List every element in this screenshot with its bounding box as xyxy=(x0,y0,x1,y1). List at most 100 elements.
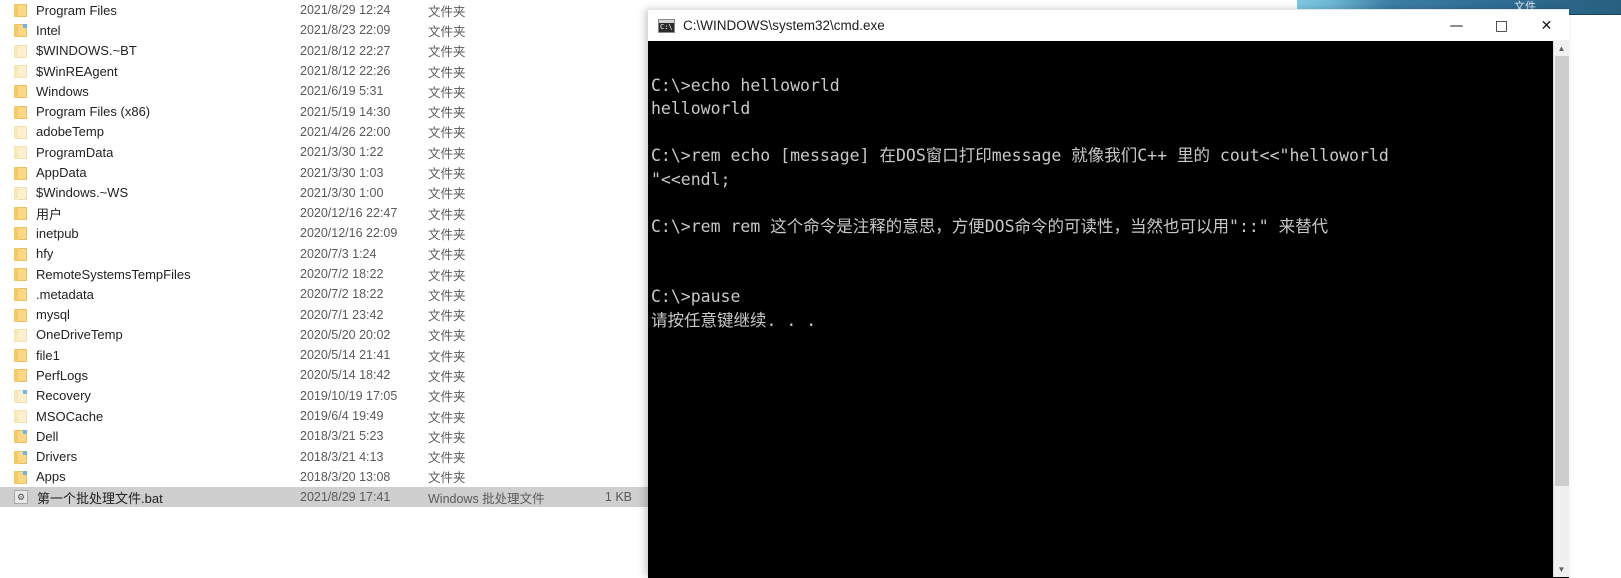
folder-icon xyxy=(14,226,27,241)
file-date-cell: 2020/12/16 22:47 xyxy=(300,206,398,221)
file-date-cell: 2021/8/29 17:41 xyxy=(300,490,391,505)
console-line: 请按任意键继续. . . xyxy=(651,310,817,330)
file-date-cell: 2021/3/30 1:22 xyxy=(300,145,384,160)
file-date-cell: 2021/3/30 1:00 xyxy=(300,185,384,200)
table-row[interactable]: adobeTemp 2021/4/26 22:00 文件夹 xyxy=(0,122,648,142)
table-row[interactable]: PerfLogs 2020/5/14 18:42 文件夹 xyxy=(0,365,648,385)
file-name-cell: Dell xyxy=(0,429,300,444)
file-name-cell: $Windows.~WS xyxy=(0,185,300,200)
file-date-cell: 2020/7/1 23:42 xyxy=(300,307,384,322)
folder-icon xyxy=(14,23,27,38)
file-name-cell: Intel xyxy=(0,23,300,38)
table-row[interactable]: RemoteSystemsTempFiles 2020/7/2 18:22 文件夹 xyxy=(0,264,648,284)
table-row[interactable]: hfy 2020/7/3 1:24 文件夹 xyxy=(0,244,648,264)
table-row[interactable]: $Windows.~WS 2021/3/30 1:00 文件夹 xyxy=(0,183,648,203)
file-type-cell: 文件夹 xyxy=(428,329,466,344)
file-name-label: 用户 xyxy=(36,206,63,222)
file-type-cell: 文件夹 xyxy=(428,349,466,364)
file-date-cell: 2018/3/21 4:13 xyxy=(300,449,384,464)
cmd-titlebar[interactable]: C:\ C:\WINDOWS\system32\cmd.exe — □ ✕ xyxy=(648,9,1569,41)
file-name-label: file1 xyxy=(36,347,60,363)
folder-icon-spine xyxy=(14,349,18,363)
console-icon-prompt: C:\ xyxy=(660,22,673,31)
table-row[interactable]: Program Files 2021/8/29 12:24 文件夹 xyxy=(0,0,648,20)
file-date-cell: 2021/4/26 22:00 xyxy=(300,124,391,139)
file-date-cell: 2021/8/23 22:09 xyxy=(300,23,391,38)
close-button[interactable]: ✕ xyxy=(1524,10,1569,41)
file-name-label: Program Files xyxy=(36,2,117,18)
table-row[interactable]: inetpub 2020/12/16 22:09 文件夹 xyxy=(0,223,648,243)
folder-icon-spine xyxy=(14,125,18,139)
cmd-window[interactable]: C:\ C:\WINDOWS\system32\cmd.exe — □ ✕ C:… xyxy=(648,9,1569,578)
file-name-label: RemoteSystemsTempFiles xyxy=(36,266,191,282)
scrollbar-thumb[interactable] xyxy=(1555,56,1569,486)
table-row[interactable]: Apps 2018/3/20 13:08 文件夹 xyxy=(0,467,648,487)
file-name-label: inetpub xyxy=(36,225,79,241)
file-date-cell: 2020/5/20 20:02 xyxy=(300,327,391,342)
folder-icon xyxy=(14,247,27,261)
folder-icon-spine xyxy=(14,470,18,484)
file-type-cell: 文件夹 xyxy=(428,390,466,405)
table-row[interactable]: Program Files (x86) 2021/5/19 14:30 文件夹 xyxy=(0,101,648,121)
console-line: C:\>rem rem 这个命令是注释的意思，方便DOS命令的可读性，当然也可以… xyxy=(651,216,1329,236)
folder-icon-spine xyxy=(14,247,18,261)
file-type-cell: 文件夹 xyxy=(428,369,466,384)
cmd-console-scrollbar[interactable]: ▲ ▼ xyxy=(1553,40,1569,577)
scrollbar-down-arrow-icon[interactable]: ▼ xyxy=(1554,561,1569,577)
file-name-cell: inetpub xyxy=(0,226,300,241)
minimize-button[interactable]: — xyxy=(1434,10,1479,41)
folder-icon xyxy=(14,409,27,424)
table-row[interactable]: file1 2020/5/14 21:41 文件夹 xyxy=(0,345,648,365)
folder-icon xyxy=(14,206,27,221)
file-type-cell: 文件夹 xyxy=(428,167,466,182)
file-type-cell: 文件夹 xyxy=(428,309,466,324)
file-name-cell: Recovery xyxy=(0,388,300,403)
folder-shortcut-corner-icon xyxy=(23,24,27,29)
table-row[interactable]: ProgramData 2021/3/30 1:22 文件夹 xyxy=(0,142,648,162)
cmd-console-output[interactable]: C:\>echo helloworld helloworld C:\>rem ech… xyxy=(648,41,1569,578)
file-type-cell: 文件夹 xyxy=(428,288,466,303)
file-name-cell: Program Files (x86) xyxy=(0,104,300,119)
file-name-cell: 用户 xyxy=(0,204,300,223)
table-row[interactable]: 用户 2020/12/16 22:47 文件夹 xyxy=(0,203,648,223)
file-name-label: $WinREAgent xyxy=(36,63,118,79)
folder-icon xyxy=(14,287,27,302)
cmd-window-controls[interactable]: — □ ✕ xyxy=(1434,10,1569,41)
table-row[interactable]: .metadata 2020/7/2 18:22 文件夹 xyxy=(0,284,648,304)
folder-icon xyxy=(14,328,27,342)
table-row[interactable]: $WINDOWS.~BT 2021/8/12 22:27 文件夹 xyxy=(0,41,648,61)
file-name-cell: ⚙ 第一个批处理文件.bat xyxy=(0,488,300,507)
file-date-cell: 2020/7/2 18:22 xyxy=(300,267,384,281)
file-date-cell: 2021/6/19 5:31 xyxy=(300,84,384,99)
file-type-cell: 文件夹 xyxy=(428,471,466,486)
table-row[interactable]: Windows 2021/6/19 5:31 文件夹 xyxy=(0,81,648,101)
folder-icon xyxy=(14,105,27,119)
table-row[interactable]: MSOCache 2019/6/4 19:49 文件夹 xyxy=(0,406,648,426)
table-row[interactable]: AppData 2021/3/30 1:03 文件夹 xyxy=(0,162,648,182)
folder-icon xyxy=(14,368,27,383)
file-name-cell: OneDriveTemp xyxy=(0,327,300,342)
table-row[interactable]: Dell 2018/3/21 5:23 文件夹 xyxy=(0,426,648,446)
table-row[interactable]: mysql 2020/7/1 23:42 文件夹 xyxy=(0,304,648,324)
file-type-cell: 文件夹 xyxy=(428,430,466,445)
file-date-cell: 2019/10/19 17:05 xyxy=(300,388,398,403)
file-name-label: $WINDOWS.~BT xyxy=(36,43,137,59)
file-name-cell: AppData xyxy=(0,165,300,180)
folder-icon-spine xyxy=(14,268,18,281)
table-row[interactable]: Intel 2021/8/23 22:09 文件夹 xyxy=(0,20,648,40)
scrollbar-up-arrow-icon[interactable]: ▲ xyxy=(1554,40,1569,56)
file-name-label: OneDriveTemp xyxy=(36,327,123,343)
explorer-file-list[interactable]: Program Files 2021/8/29 12:24 文件夹 Intel 2021… xyxy=(0,0,648,577)
file-date-cell: 2021/8/12 22:26 xyxy=(300,64,391,79)
file-name-label: Drivers xyxy=(36,449,78,465)
cmd-window-title: C:\WINDOWS\system32\cmd.exe xyxy=(683,18,885,33)
table-row[interactable]: OneDriveTemp 2020/5/20 20:02 文件夹 xyxy=(0,325,648,345)
table-row[interactable]: Recovery 2019/10/19 17:05 文件夹 xyxy=(0,386,648,406)
file-date-cell: 2021/3/30 1:03 xyxy=(300,165,384,180)
table-row[interactable]: Drivers 2018/3/21 4:13 文件夹 xyxy=(0,447,648,467)
folder-icon-spine xyxy=(14,328,18,342)
table-row[interactable]: $WinREAgent 2021/8/12 22:26 文件夹 xyxy=(0,61,648,81)
maximize-button[interactable]: □ xyxy=(1479,10,1524,41)
console-line: C:\>pause xyxy=(651,287,741,306)
table-row[interactable]: ⚙ 第一个批处理文件.bat 2021/8/29 17:41 Windows 批处理文… xyxy=(0,487,648,508)
